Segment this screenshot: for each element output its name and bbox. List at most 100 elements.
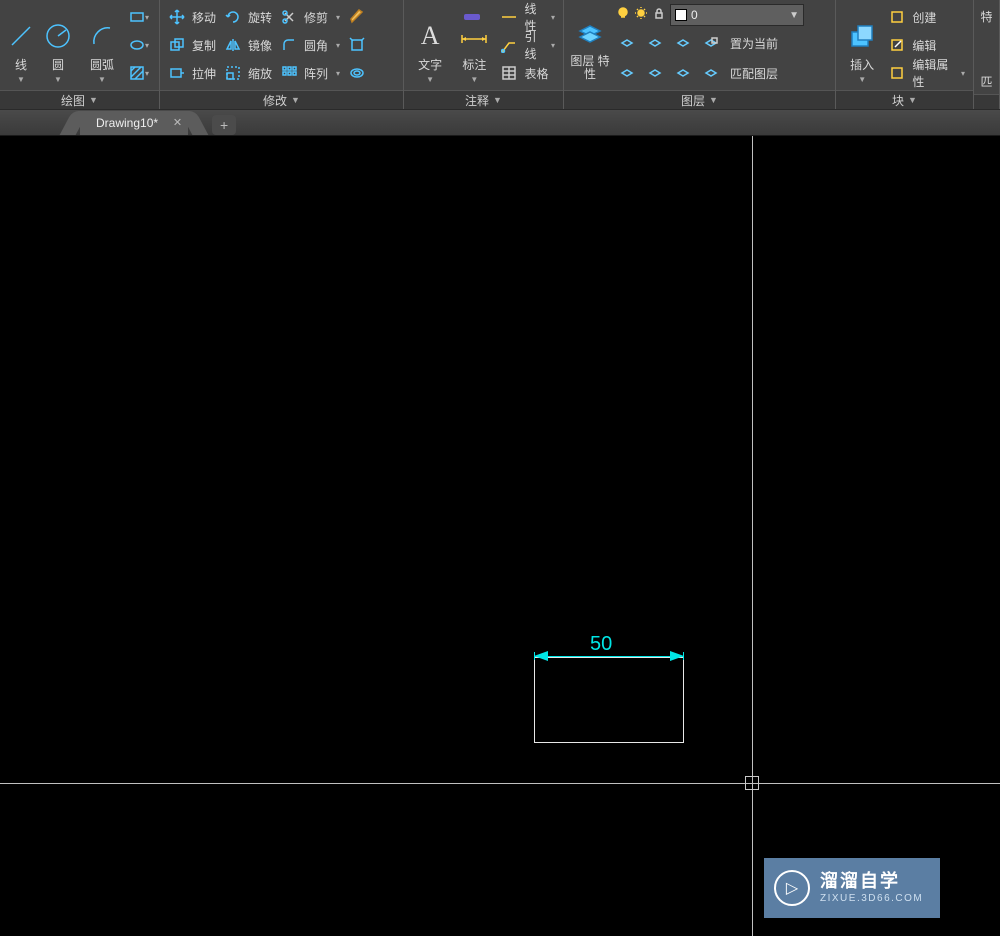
panel-block: 插入 ▼ 创建 编辑 编辑属性▾ 块▼ (836, 0, 974, 109)
tool-move[interactable]: 移动 (166, 4, 218, 30)
watermark-subtitle: ZIXUE.3D66.COM (820, 893, 923, 905)
document-tabbar: Drawing10* ✕ + (0, 110, 1000, 136)
document-tab-label: Drawing10* (96, 116, 158, 130)
insert-icon (846, 20, 878, 52)
tool-arc-label: 圆弧 (90, 56, 114, 73)
tool-setcurrent[interactable]: 置为当前 (728, 30, 780, 56)
panel-layer: 图层 特性 0 ▼ (564, 0, 836, 109)
mirror-icon (224, 36, 242, 54)
match-partial-label: 匹 (980, 73, 992, 90)
copy-icon (168, 36, 186, 54)
linetype-icon (500, 8, 518, 26)
crosshair-horizontal (0, 783, 1000, 784)
panel-props-partial: 特 匹 (974, 0, 1000, 109)
panel-modify-title[interactable]: 修改▼ (160, 90, 403, 109)
panel-block-title[interactable]: 块▼ (836, 90, 973, 109)
array-icon (280, 64, 298, 82)
offset-icon[interactable] (346, 60, 368, 86)
layer-current-value: 0 (691, 8, 785, 22)
rect-icon[interactable]: ▾ (128, 4, 150, 30)
trim-icon (280, 8, 298, 26)
tool-layer-props[interactable]: 图层 特性 (570, 9, 610, 81)
layer-dropdown[interactable]: 0 ▼ (670, 4, 804, 26)
crosshair-vertical (752, 136, 753, 936)
tool-text[interactable]: A 文字 ▼ (410, 4, 450, 84)
layer-lock-icon (652, 6, 666, 25)
hatch-icon[interactable]: ▾ (128, 60, 150, 86)
watermark-logo-icon: ▷ (774, 870, 810, 906)
circle-icon (42, 20, 74, 52)
dimension-value[interactable]: 50 (590, 633, 612, 656)
draw-extra-col: ▾ ▾ ▾ (128, 4, 150, 86)
panel-annotation: A 文字 ▼ 标注 ▼ 线性▾ 引线▾ 表格 注释▼ (404, 0, 564, 109)
panel-draw: 线 ▼ 圆 ▼ 圆弧 ▼ ▾ ▾ ▾ 绘图▼ (0, 0, 160, 109)
edit-block-icon (888, 36, 906, 54)
ellipse-icon[interactable]: ▾ (128, 32, 150, 58)
tool-linetype[interactable]: 线性▾ (498, 4, 557, 30)
tool-rotate[interactable]: 旋转 (222, 4, 274, 30)
tool-edit-attr[interactable]: 编辑属性▾ (886, 60, 967, 86)
layer-mini8[interactable] (700, 60, 722, 86)
explode-icon[interactable] (346, 32, 368, 58)
modify-extra-col (346, 4, 368, 86)
drawn-rectangle[interactable] (534, 657, 684, 743)
watermark: ▷ 溜溜自学 ZIXUE.3D66.COM (764, 858, 940, 918)
layer-mini2[interactable] (644, 30, 666, 56)
erase-icon[interactable] (346, 4, 368, 30)
table-icon (500, 64, 518, 82)
tool-scale[interactable]: 缩放 (222, 60, 274, 86)
tool-matchlayer[interactable]: 匹配图层 (728, 60, 780, 86)
tool-array[interactable]: 阵列▾ (278, 60, 342, 86)
tool-leader[interactable]: 引线▾ (498, 32, 557, 58)
panel-layer-title[interactable]: 图层▼ (564, 90, 835, 109)
dimension-icon (458, 20, 490, 52)
edit-attr-icon (888, 64, 906, 82)
props-partial-label: 特 (980, 8, 992, 25)
layer-bulb-icon (616, 6, 630, 25)
layer-mini6[interactable] (644, 60, 666, 86)
fillet-icon (280, 36, 298, 54)
tool-circle[interactable]: 圆 ▼ (40, 4, 76, 84)
tool-copy[interactable]: 复制 (166, 32, 218, 58)
tool-stretch[interactable]: 拉伸 (166, 60, 218, 86)
panel-modify: 移动 复制 拉伸 旋转 镜像 缩放 修剪▾ 圆角▾ 阵列▾ 修改▼ (160, 0, 404, 109)
tool-edit-block[interactable]: 编辑 (886, 32, 967, 58)
tool-dimension[interactable]: 标注 ▼ (454, 4, 494, 84)
tool-mirror[interactable]: 镜像 (222, 32, 274, 58)
dimension-line[interactable] (534, 656, 684, 657)
tool-trim[interactable]: 修剪▾ (278, 4, 342, 30)
text-icon: A (414, 20, 446, 52)
stretch-icon (168, 64, 186, 82)
layers-icon (574, 19, 606, 51)
tool-line[interactable]: 线 ▼ (6, 4, 36, 84)
watermark-title: 溜溜自学 (820, 871, 923, 893)
panel-partial-title (974, 94, 999, 109)
arc-icon (86, 20, 118, 52)
tool-arc[interactable]: 圆弧 ▼ (80, 4, 124, 84)
document-tab[interactable]: Drawing10* ✕ (80, 111, 188, 135)
tool-table[interactable]: 表格 (498, 60, 557, 86)
tool-circle-label: 圆 (52, 56, 64, 73)
rotate-icon (224, 8, 242, 26)
layer-mini1[interactable] (616, 30, 638, 56)
tool-insert[interactable]: 插入 ▼ (842, 4, 882, 84)
leader-icon (500, 36, 518, 54)
layer-mini7[interactable] (672, 60, 694, 86)
panel-draw-title[interactable]: 绘图▼ (0, 90, 159, 109)
add-tab-button[interactable]: + (212, 115, 236, 135)
close-icon[interactable]: ✕ (173, 116, 182, 129)
tool-fillet[interactable]: 圆角▾ (278, 32, 342, 58)
cursor-pickbox (745, 776, 759, 790)
layer-mini4[interactable] (700, 30, 722, 56)
layer-mini3[interactable] (672, 30, 694, 56)
dimension-arrow-left (534, 651, 548, 661)
layer-sun-icon (634, 6, 648, 25)
create-block-icon (888, 8, 906, 26)
panel-annot-title[interactable]: 注释▼ (404, 90, 563, 109)
dimension-arrow-right (670, 651, 684, 661)
tool-line-label: 线 (15, 56, 27, 73)
tool-create-block[interactable]: 创建 (886, 4, 967, 30)
ribbon: 线 ▼ 圆 ▼ 圆弧 ▼ ▾ ▾ ▾ 绘图▼ 移动 (0, 0, 1000, 110)
drawing-canvas[interactable]: 50 ▷ 溜溜自学 ZIXUE.3D66.COM (0, 136, 1000, 936)
layer-mini5[interactable] (616, 60, 638, 86)
